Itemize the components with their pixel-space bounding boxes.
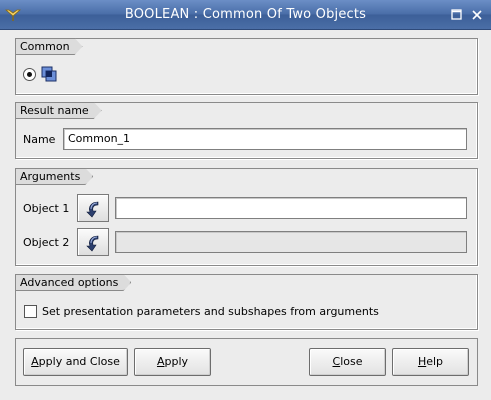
presentation-params-checkbox[interactable] <box>24 305 37 318</box>
window-title: BOOLEAN : Common Of Two Objects <box>124 7 367 22</box>
help-button[interactable]: Help <box>392 348 469 376</box>
help-mnemonic: H <box>417 355 427 368</box>
object1-select-button[interactable] <box>77 194 109 222</box>
object2-label: Object 2 <box>23 236 70 249</box>
maximize-icon <box>451 9 462 20</box>
object1-label: Object 1 <box>23 202 70 215</box>
help-label: elp <box>426 355 444 368</box>
close-label: lose <box>340 355 363 368</box>
result-name-group-label: Result name <box>15 102 102 119</box>
object2-input[interactable] <box>115 231 467 253</box>
object2-select-button[interactable] <box>77 228 109 256</box>
arguments-group: Arguments Object 1 Object 2 <box>15 168 478 266</box>
common-group-label: Common <box>15 38 83 55</box>
object1-input[interactable] <box>115 197 467 219</box>
apply-and-close-mnemonic: A <box>31 355 39 368</box>
apply-and-close-button[interactable]: Apply and Close <box>23 348 128 376</box>
maximize-button[interactable] <box>450 8 464 22</box>
selection-arrow-icon <box>86 235 99 252</box>
close-button[interactable]: Close <box>309 348 386 376</box>
arguments-group-label: Arguments <box>15 168 93 185</box>
presentation-params-label: Set presentation parameters and subshape… <box>42 305 379 318</box>
common-group: Common <box>15 38 478 95</box>
apply-button[interactable]: Apply <box>134 348 211 376</box>
common-radio-button[interactable] <box>23 68 36 81</box>
advanced-options-group: Advanced options Set presentation parame… <box>15 274 478 330</box>
apply-and-close-label: pply and Close <box>38 355 120 368</box>
button-bar: Apply and Close Apply Close Help <box>15 338 478 386</box>
advanced-options-group-label: Advanced options <box>15 274 131 291</box>
name-label: Name <box>23 133 56 146</box>
selection-arrow-icon <box>86 201 99 218</box>
window-titlebar: BOOLEAN : Common Of Two Objects <box>0 0 491 30</box>
apply-label: pply <box>164 355 189 368</box>
result-name-group: Result name Name Common_1 <box>15 102 478 159</box>
result-name-input[interactable]: Common_1 <box>63 128 467 150</box>
close-icon <box>472 10 482 20</box>
apply-mnemonic: A <box>156 355 165 368</box>
common-operation-icon <box>41 66 57 82</box>
close-window-button[interactable] <box>470 8 484 22</box>
